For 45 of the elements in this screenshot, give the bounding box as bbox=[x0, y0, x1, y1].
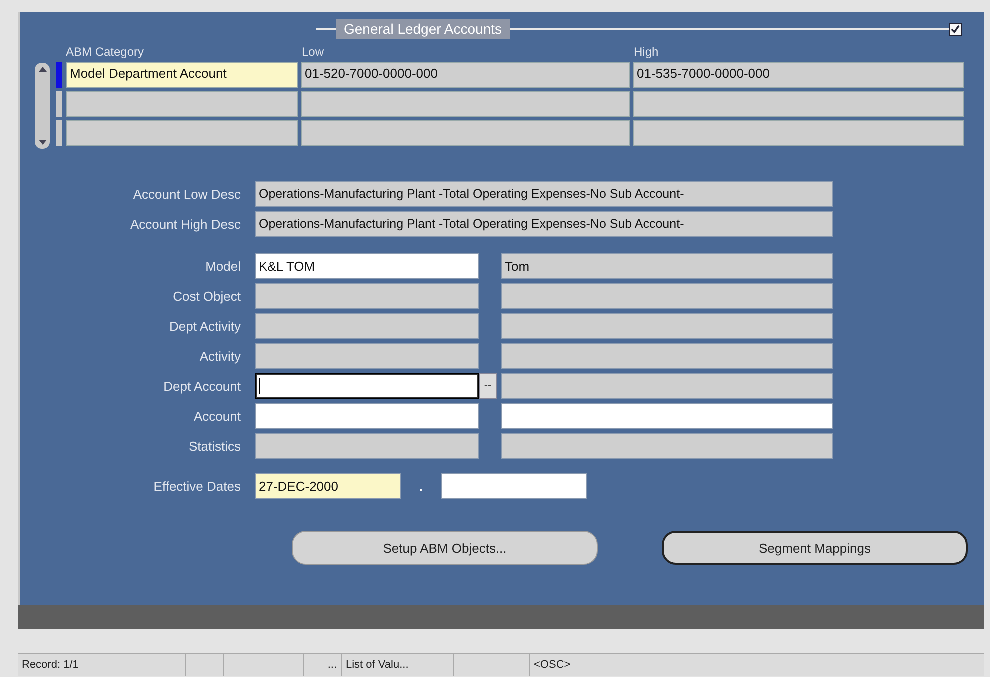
scroll-bar[interactable] bbox=[35, 63, 50, 149]
table-cell[interactable]: 01-520-7000-0000-000 bbox=[301, 62, 630, 88]
table-cell[interactable] bbox=[66, 91, 298, 117]
table-cell[interactable] bbox=[66, 120, 298, 146]
field-label: Dept Account bbox=[162, 378, 242, 394]
list-of-values-button[interactable]: -- bbox=[479, 373, 497, 399]
table-cell[interactable] bbox=[301, 120, 630, 146]
section-title: General Ledger Accounts bbox=[336, 19, 510, 39]
description-field: Operations-Manufacturing Plant -Total Operating Expenses-No Sub Account- bbox=[255, 181, 833, 207]
table-cell[interactable] bbox=[301, 91, 630, 117]
date-field[interactable] bbox=[441, 473, 587, 499]
action-button[interactable]: Setup ABM Objects... bbox=[292, 531, 598, 565]
input-field[interactable] bbox=[255, 403, 479, 429]
field-label: Activity bbox=[198, 348, 242, 364]
field-label: Account Low Desc bbox=[132, 186, 242, 202]
status-text: ... bbox=[328, 659, 337, 671]
status-text: <OSC> bbox=[534, 659, 571, 671]
column-header: ABM Category bbox=[66, 45, 146, 59]
input-field[interactable]: K&L TOM bbox=[255, 253, 479, 279]
field-label: Account High Desc bbox=[129, 216, 242, 232]
table-cell[interactable] bbox=[633, 120, 964, 146]
column-header: High bbox=[634, 45, 660, 59]
table-cell[interactable] bbox=[633, 91, 964, 117]
table-cell[interactable]: Model Department Account bbox=[66, 62, 298, 88]
field-label: Model bbox=[204, 258, 242, 274]
column-header: Low bbox=[302, 45, 326, 59]
table-cell[interactable]: 01-535-7000-0000-000 bbox=[633, 62, 964, 88]
text-cursor bbox=[259, 378, 260, 394]
input-field[interactable] bbox=[255, 373, 479, 399]
action-button[interactable]: Segment Mappings bbox=[662, 531, 968, 565]
row-indicator[interactable] bbox=[56, 62, 62, 88]
field-label: Statistics bbox=[188, 438, 242, 454]
description-field: Operations-Manufacturing Plant -Total Operating Expenses-No Sub Account- bbox=[255, 211, 833, 237]
separator-text: . bbox=[418, 478, 424, 494]
status-text: Record: 1/1 bbox=[22, 659, 79, 671]
row-indicator[interactable] bbox=[56, 120, 62, 146]
field-label: Cost Object bbox=[172, 288, 242, 304]
date-field[interactable]: 27-DEC-2000 bbox=[255, 473, 401, 499]
field-label: Effective Dates bbox=[152, 478, 242, 494]
field-label: Dept Activity bbox=[168, 318, 242, 334]
checkbox[interactable] bbox=[949, 22, 962, 36]
row-indicator[interactable] bbox=[56, 91, 62, 117]
field-label: Account bbox=[193, 408, 242, 424]
input-field[interactable] bbox=[501, 403, 833, 429]
status-text: List of Valu... bbox=[346, 659, 409, 671]
